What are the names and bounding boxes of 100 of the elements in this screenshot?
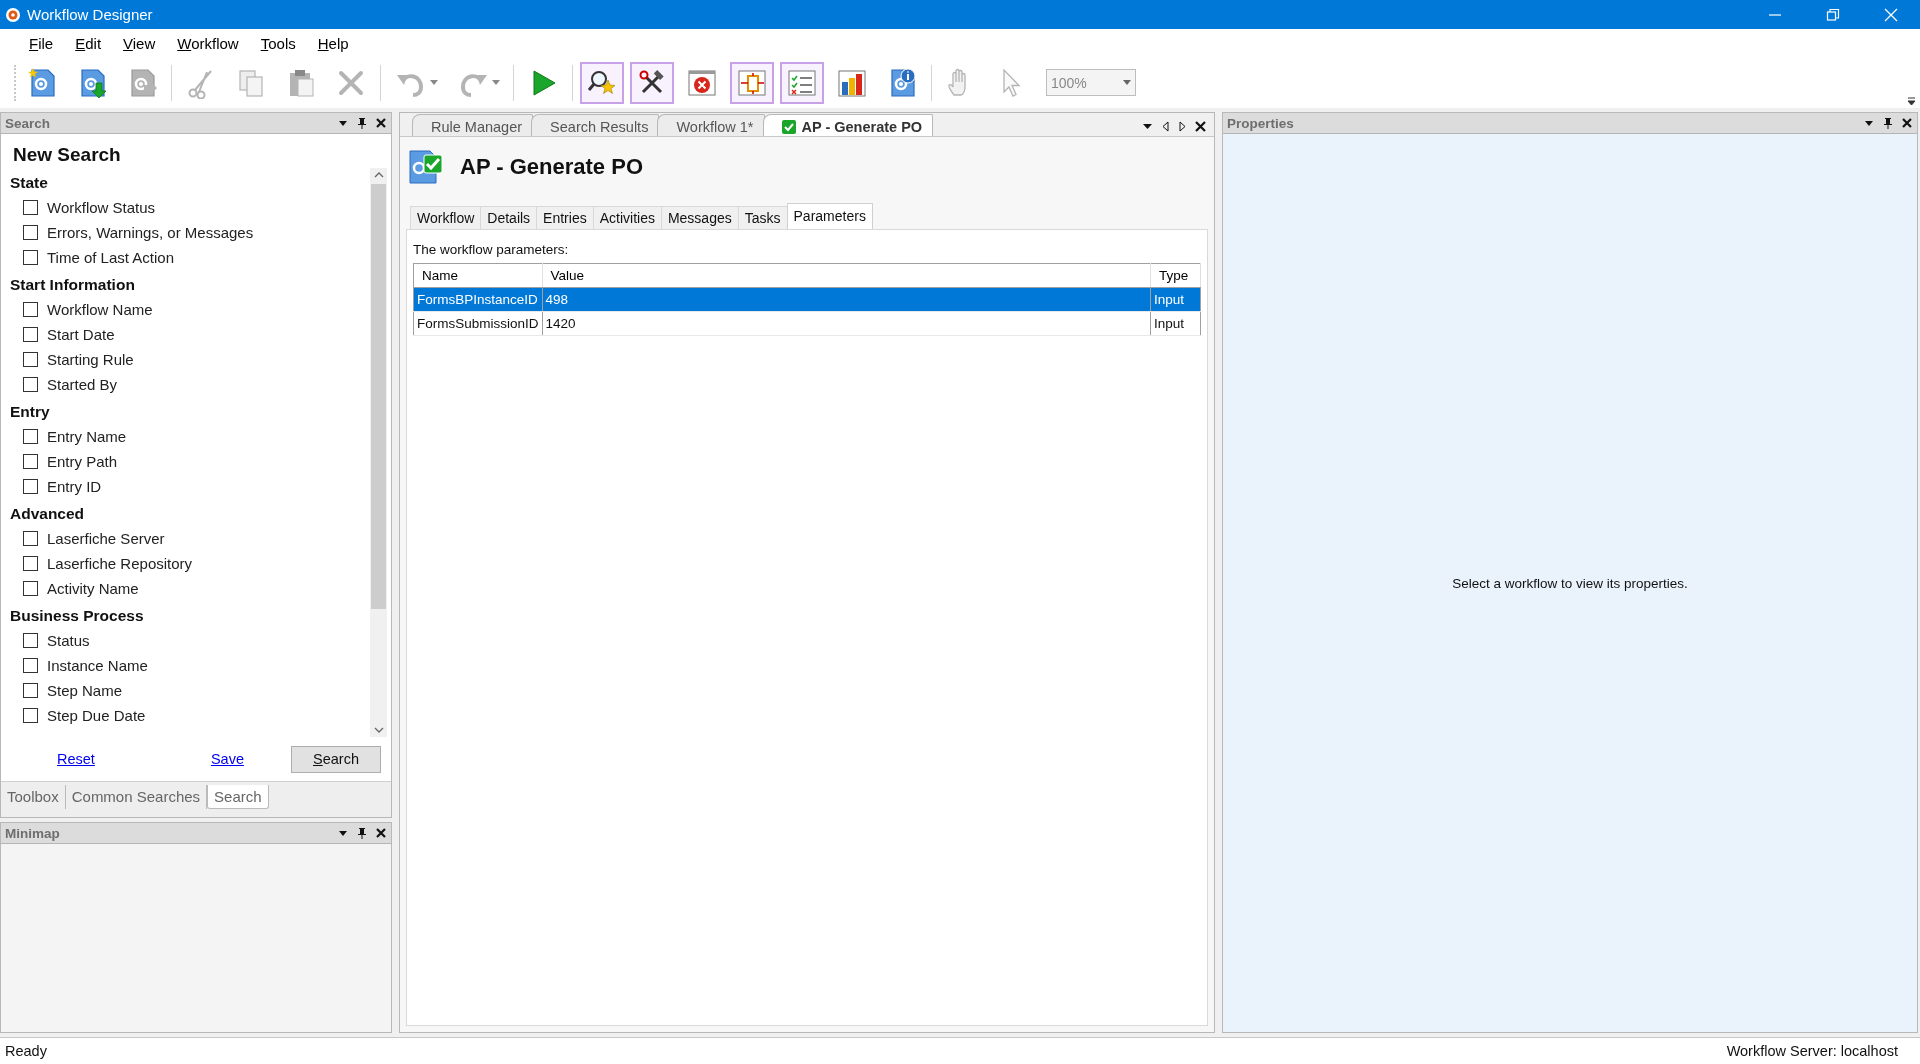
- close-icon[interactable]: [375, 827, 387, 839]
- document-tab[interactable]: Search Results: [531, 114, 660, 136]
- checkbox[interactable]: [23, 708, 38, 723]
- magnifier-star-button[interactable]: [580, 61, 624, 104]
- scroll-right-icon[interactable]: [1178, 121, 1187, 132]
- checkbox-label[interactable]: Start Date: [47, 326, 115, 343]
- checkbox[interactable]: [23, 531, 38, 546]
- branch-box-button[interactable]: [730, 61, 774, 104]
- checkbox[interactable]: [23, 658, 38, 673]
- group-heading: Business Process: [10, 606, 145, 626]
- checkmark-icon: [781, 119, 796, 134]
- table-caption: The workflow parameters:: [413, 242, 570, 257]
- scroll-left-icon[interactable]: [1161, 121, 1170, 132]
- menu-item[interactable]: File: [18, 31, 65, 55]
- scroll-down-icon[interactable]: [373, 727, 384, 733]
- checkbox-label[interactable]: Instance Name: [47, 657, 148, 674]
- checkbox[interactable]: [23, 250, 38, 265]
- checkbox-label[interactable]: Entry Name: [47, 428, 127, 445]
- checkbox-label[interactable]: Step Due Date: [47, 707, 146, 724]
- checkbox-label[interactable]: Step Name: [47, 682, 123, 699]
- menu-item[interactable]: Edit: [64, 31, 113, 55]
- group-heading: Advanced: [10, 504, 86, 524]
- document-tab[interactable]: Rule Manager: [412, 114, 534, 136]
- checkbox-label[interactable]: Time of Last Action: [47, 249, 174, 266]
- table-row[interactable]: FormsSubmissionID 1420 Input: [413, 311, 1201, 336]
- document-tab[interactable]: AP - Generate PO: [762, 114, 934, 136]
- checkbox-label[interactable]: Entry ID: [47, 478, 102, 495]
- checkbox[interactable]: [23, 633, 38, 648]
- checkbox-label[interactable]: Entry Path: [47, 453, 118, 470]
- checkbox[interactable]: [23, 683, 38, 698]
- close-icon[interactable]: [1901, 117, 1913, 129]
- table-row[interactable]: FormsBPInstanceID 498 Input: [413, 287, 1201, 312]
- close-icon[interactable]: [375, 117, 387, 129]
- checkbox[interactable]: [23, 377, 38, 392]
- checkbox[interactable]: [23, 556, 38, 571]
- checklist-button[interactable]: [780, 61, 824, 104]
- checkbox[interactable]: [23, 581, 38, 596]
- save-link[interactable]: Save: [210, 751, 244, 767]
- scrollbar[interactable]: [370, 168, 387, 737]
- restore-icon[interactable]: [1826, 7, 1840, 22]
- column-header[interactable]: Type: [1150, 263, 1201, 288]
- checkbox-label[interactable]: Workflow Status: [47, 199, 156, 216]
- window-title: Workflow Designer: [27, 6, 153, 23]
- reset-link[interactable]: Reset: [57, 751, 95, 767]
- new-document-icon: [26, 66, 58, 99]
- checkbox[interactable]: [23, 327, 38, 342]
- document-tab[interactable]: Workflow 1*: [657, 114, 765, 136]
- checkbox-label[interactable]: Errors, Warnings, or Messages: [47, 224, 254, 241]
- pin-icon[interactable]: [1882, 117, 1894, 129]
- panel-tab[interactable]: Search: [207, 785, 269, 809]
- panel-tab[interactable]: Toolbox: [1, 785, 66, 809]
- pin-icon[interactable]: [356, 827, 368, 839]
- column-header[interactable]: Value: [542, 263, 1151, 288]
- panel-title: Properties: [1227, 115, 1295, 131]
- checkbox-label[interactable]: Starting Rule: [47, 351, 134, 368]
- tab[interactable]: Details: [480, 206, 538, 229]
- tab[interactable]: Entries: [536, 206, 594, 229]
- tab[interactable]: Workflow: [410, 206, 482, 229]
- checkbox[interactable]: [23, 429, 38, 444]
- checkbox[interactable]: [23, 454, 38, 469]
- hammer-wrench-button[interactable]: [630, 61, 674, 104]
- tab[interactable]: Activities: [592, 206, 662, 229]
- zoom-value: 100%: [1051, 74, 1087, 91]
- checkbox[interactable]: [23, 352, 38, 367]
- app-icon: [5, 6, 21, 23]
- checkbox[interactable]: [23, 479, 38, 494]
- checkbox-label[interactable]: Started By: [47, 376, 118, 393]
- panel-title: Search: [5, 115, 52, 131]
- group-heading: Entry: [10, 402, 51, 422]
- pin-icon[interactable]: [356, 117, 368, 129]
- group-heading: State: [10, 173, 49, 193]
- caret-icon: [429, 79, 438, 86]
- toolbar-overflow-icon[interactable]: [1907, 97, 1916, 106]
- menu-item[interactable]: Workflow: [166, 31, 250, 55]
- menu-item[interactable]: Help: [306, 31, 360, 55]
- dropdown-arrow-icon: [1123, 80, 1131, 85]
- tab[interactable]: Parameters: [786, 203, 873, 229]
- checkbox-label[interactable]: Laserfiche Repository: [47, 555, 193, 572]
- tab[interactable]: Messages: [660, 206, 739, 229]
- close-icon[interactable]: [1195, 121, 1206, 132]
- checkbox-label[interactable]: Laserfiche Server: [47, 530, 165, 547]
- menu-item[interactable]: Tools: [249, 31, 307, 55]
- dropdown-icon[interactable]: [1142, 121, 1153, 132]
- checkbox-label[interactable]: Workflow Name: [47, 301, 153, 318]
- checkbox[interactable]: [23, 200, 38, 215]
- status-text: Ready: [5, 1043, 47, 1059]
- table-cell: 1420: [542, 311, 1151, 336]
- caret-icon: [491, 79, 500, 86]
- checkbox[interactable]: [23, 225, 38, 240]
- table-cell: 498: [542, 287, 1151, 312]
- checkbox-label[interactable]: Activity Name: [47, 580, 139, 597]
- checkbox[interactable]: [23, 302, 38, 317]
- menu-item[interactable]: View: [112, 31, 167, 55]
- scroll-up-icon[interactable]: [373, 172, 384, 178]
- checkbox-label[interactable]: Status: [47, 632, 90, 649]
- search-button[interactable]: Search: [291, 745, 381, 773]
- empty-message: Select a workflow to view its properties.: [1452, 575, 1688, 591]
- column-header[interactable]: Name: [413, 263, 543, 288]
- tab[interactable]: Tasks: [737, 206, 788, 229]
- panel-heading: New Search: [13, 144, 122, 166]
